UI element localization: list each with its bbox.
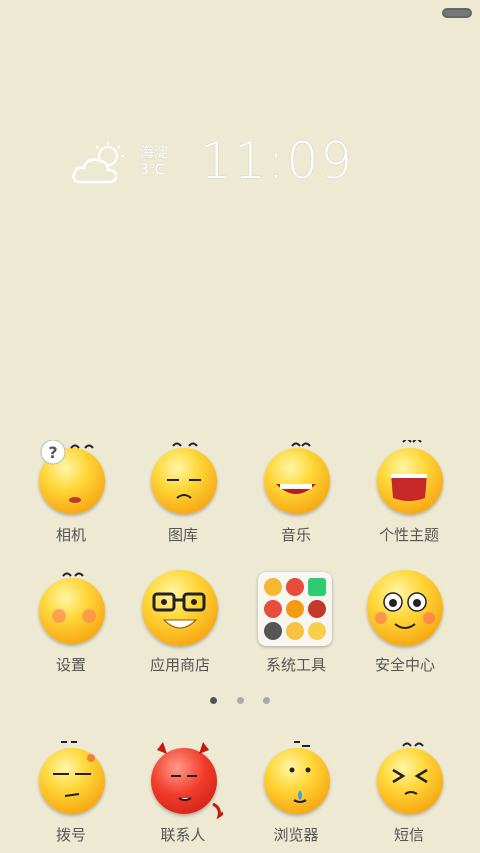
app-settings[interactable]: 设置 xyxy=(21,570,121,675)
app-label: 拨号 xyxy=(55,826,86,844)
app-security[interactable]: 安全中心 xyxy=(355,570,455,675)
themes-emoji-icon xyxy=(369,440,449,520)
app-dialer[interactable]: 拨号 xyxy=(21,740,121,845)
page-indicator[interactable] xyxy=(0,689,480,704)
browser-emoji-icon xyxy=(256,740,336,820)
svg-text:?: ? xyxy=(48,443,57,462)
app-label: 个性主题 xyxy=(378,526,439,544)
gallery-emoji-icon xyxy=(143,440,223,520)
weather-location: 海淀 xyxy=(140,145,168,161)
page-dot[interactable] xyxy=(262,697,270,704)
app-gallery[interactable]: 图库 xyxy=(133,440,233,545)
weather-temperature: 3℃ xyxy=(140,162,165,178)
app-messages[interactable]: 短信 xyxy=(359,740,459,845)
cloud-sun-icon xyxy=(72,142,124,184)
app-music[interactable]: 音乐 xyxy=(246,440,346,545)
dialer-emoji-icon xyxy=(31,740,111,820)
app-label: 安全中心 xyxy=(374,656,435,674)
battery-icon xyxy=(442,8,472,18)
camera-emoji-icon: ? xyxy=(31,440,111,520)
messages-emoji-icon xyxy=(369,740,449,820)
page-dot[interactable] xyxy=(210,697,218,704)
app-camera[interactable]: ? 相机 xyxy=(21,440,121,545)
page-dot[interactable] xyxy=(236,697,244,704)
clock-time: 11:09 xyxy=(200,132,355,190)
app-store[interactable]: 应用商店 xyxy=(130,570,230,675)
app-browser[interactable]: 浏览器 xyxy=(246,740,346,845)
app-themes[interactable]: 个性主题 xyxy=(359,440,459,545)
app-label: 音乐 xyxy=(280,526,311,544)
settings-emoji-icon xyxy=(31,570,111,650)
contacts-devil-emoji-icon xyxy=(143,740,223,820)
folder-system-tools[interactable]: 系统工具 xyxy=(246,570,346,675)
app-label: 图库 xyxy=(167,526,198,544)
app-store-emoji-icon xyxy=(140,570,220,650)
folder-icon xyxy=(256,570,336,650)
app-label: 浏览器 xyxy=(273,826,319,844)
app-label: 联系人 xyxy=(160,826,206,844)
music-emoji-icon xyxy=(256,440,336,520)
app-label: 应用商店 xyxy=(149,656,210,674)
app-label: 短信 xyxy=(393,826,424,844)
app-label: 系统工具 xyxy=(265,656,326,674)
app-label: 相机 xyxy=(55,526,86,544)
weather-clock-widget[interactable]: 海淀 3℃ 11:09 xyxy=(72,132,352,192)
app-contacts[interactable]: 联系人 xyxy=(133,740,233,845)
app-label: 设置 xyxy=(55,656,86,674)
security-emoji-icon xyxy=(365,570,445,650)
